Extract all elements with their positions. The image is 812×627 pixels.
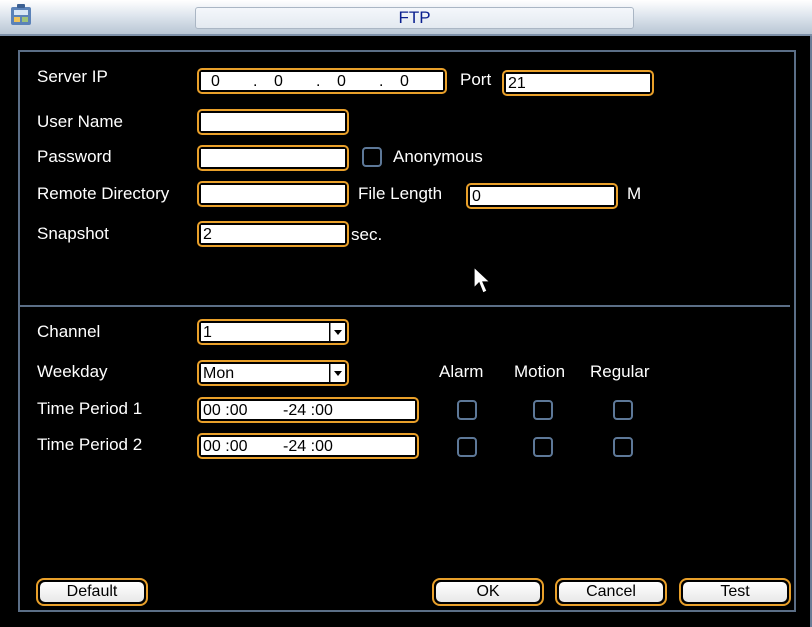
password-label: Password	[37, 147, 112, 166]
time-period-2-alarm-checkbox[interactable]	[457, 437, 477, 457]
chevron-down-icon[interactable]	[330, 323, 345, 341]
channel-label: Channel	[37, 322, 101, 341]
file-length-unit: M	[627, 184, 642, 203]
port-label: Port	[460, 70, 492, 89]
file-length-input[interactable]: 0	[466, 183, 618, 209]
mouse-pointer-icon	[473, 266, 492, 294]
ok-button[interactable]: OK	[432, 578, 544, 606]
time-period-1-motion-checkbox[interactable]	[533, 400, 553, 420]
app-icon	[11, 4, 31, 25]
alarm-column-header: Alarm	[439, 362, 484, 381]
ip-octet-4[interactable]: 0	[400, 72, 409, 90]
snapshot-label: Snapshot	[37, 224, 109, 243]
time-period-1-input[interactable]: 00 :00 -24 :00	[197, 397, 419, 423]
password-input[interactable]	[197, 145, 349, 171]
user-name-label: User Name	[37, 112, 123, 131]
anonymous-label: Anonymous	[393, 147, 483, 166]
server-ip-input[interactable]: 0 . 0 . 0 . 0	[197, 68, 447, 94]
regular-column-header: Regular	[590, 362, 650, 381]
default-button[interactable]: Default	[36, 578, 148, 606]
ip-dot-3: .	[379, 73, 384, 90]
time-period-1-label: Time Period 1	[37, 399, 143, 418]
snapshot-input[interactable]: 2	[197, 221, 349, 247]
title-bar: FTP	[0, 0, 812, 36]
ip-octet-2[interactable]: 0	[274, 72, 283, 90]
section-divider	[20, 305, 790, 307]
snapshot-unit: sec.	[351, 225, 383, 244]
port-input[interactable]: 21	[502, 70, 654, 96]
ip-octet-1[interactable]: 0	[211, 72, 220, 90]
user-name-input[interactable]	[197, 109, 349, 135]
cancel-button[interactable]: Cancel	[555, 578, 667, 606]
ip-dot-2: .	[316, 73, 321, 90]
remote-directory-label: Remote Directory	[37, 184, 170, 203]
time-period-1-alarm-checkbox[interactable]	[457, 400, 477, 420]
ftp-window: FTP Server IP 0 . 0 . 0 . 0 Port 21 User…	[0, 0, 812, 627]
weekday-dropdown[interactable]: Mon	[197, 360, 349, 386]
ip-dot-1: .	[253, 73, 258, 90]
remote-directory-input[interactable]	[197, 181, 349, 207]
time-period-2-input[interactable]: 00 :00 -24 :00	[197, 433, 419, 459]
time-period-2-motion-checkbox[interactable]	[533, 437, 553, 457]
channel-dropdown[interactable]: 1	[197, 319, 349, 345]
settings-panel	[18, 50, 796, 612]
chevron-down-icon[interactable]	[330, 364, 345, 382]
server-ip-label: Server IP	[37, 67, 108, 86]
test-button[interactable]: Test	[679, 578, 791, 606]
time-period-1-regular-checkbox[interactable]	[613, 400, 633, 420]
anonymous-checkbox[interactable]	[362, 147, 382, 167]
time-period-2-label: Time Period 2	[37, 435, 143, 454]
window-title: FTP	[195, 7, 634, 29]
time-period-2-regular-checkbox[interactable]	[613, 437, 633, 457]
file-length-label: File Length	[358, 184, 443, 203]
ip-octet-3[interactable]: 0	[337, 72, 346, 90]
motion-column-header: Motion	[514, 362, 566, 381]
weekday-label: Weekday	[37, 362, 108, 381]
